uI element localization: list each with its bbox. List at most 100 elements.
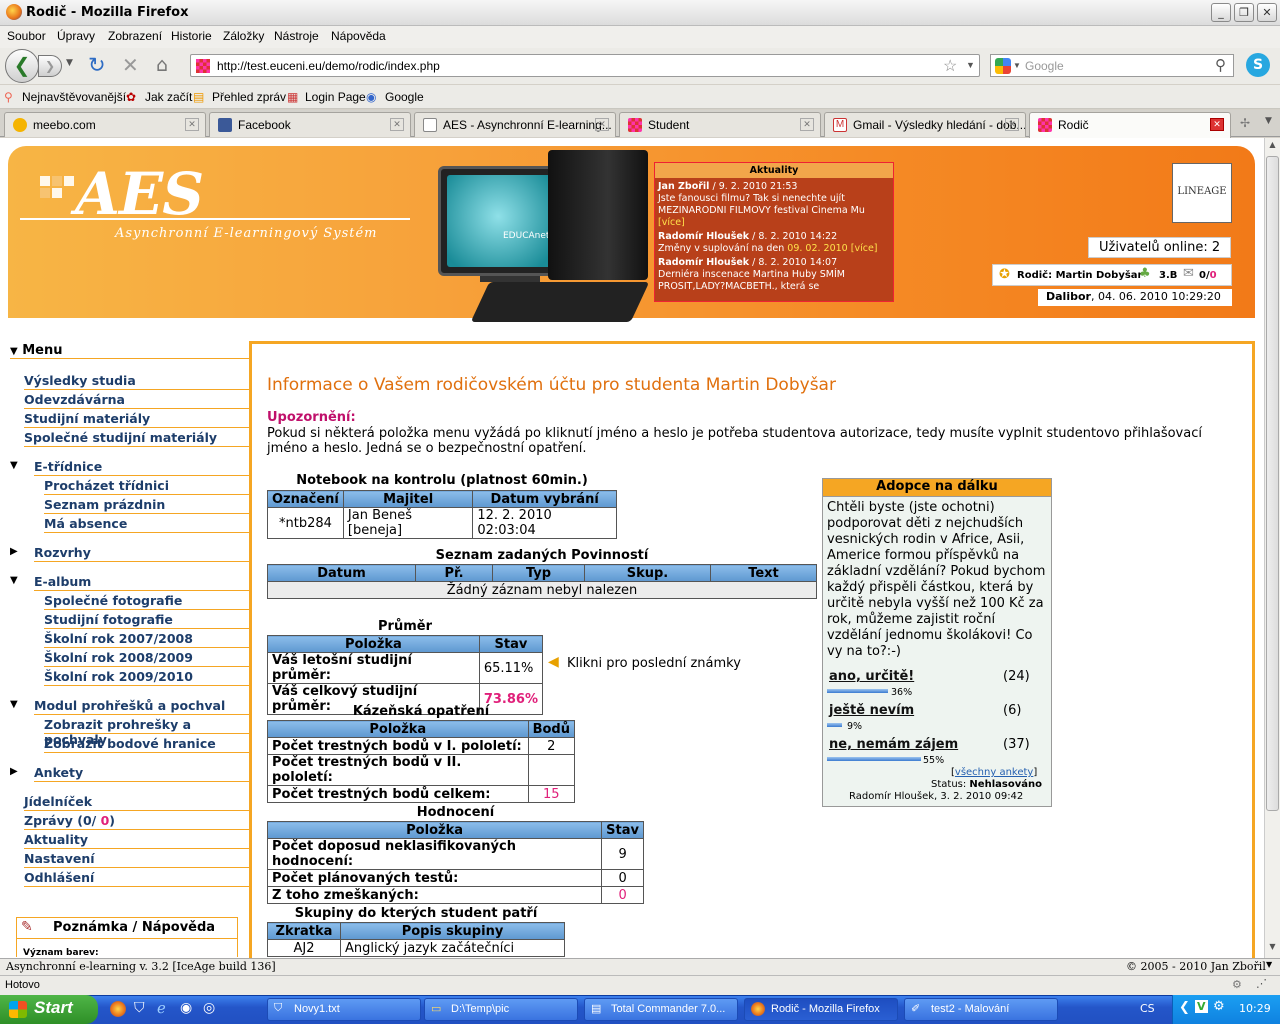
tab-facebook[interactable]: Facebook ✕ bbox=[209, 112, 411, 137]
parent-label[interactable]: Rodič: Martin Dobyšar bbox=[1017, 270, 1142, 281]
resize-grip-icon[interactable]: ⋰ bbox=[1256, 977, 1267, 990]
collapsed-icon[interactable]: ▶ bbox=[10, 546, 18, 557]
menu-ankety[interactable]: Ankety bbox=[34, 763, 250, 782]
vertical-scrollbar[interactable]: ▲ ▼ bbox=[1264, 138, 1280, 958]
menu-seznam-prazdnin[interactable]: Seznam prázdnin bbox=[44, 495, 250, 514]
app-quicklaunch-icon[interactable]: ◎ bbox=[203, 1000, 215, 1016]
menu-rok-2008[interactable]: Školní rok 2008/2009 bbox=[44, 648, 250, 667]
media-quicklaunch-icon[interactable]: ◉ bbox=[180, 1000, 192, 1016]
taskbar-item-firefox[interactable]: Rodič - Mozilla Firefox bbox=[744, 998, 898, 1021]
minimize-button[interactable]: _ bbox=[1211, 3, 1231, 22]
stop-icon[interactable]: ✕ bbox=[122, 53, 139, 77]
close-tab-icon[interactable]: ✕ bbox=[1210, 118, 1224, 131]
menu-zpravy[interactable]: Zprávy (0/ 0) bbox=[24, 811, 250, 830]
maximize-button[interactable]: ❐ bbox=[1234, 3, 1254, 22]
collapse-icon[interactable]: ▼ bbox=[10, 346, 18, 357]
menu-rok-2009[interactable]: Školní rok 2009/2010 bbox=[44, 667, 250, 686]
ie-quicklaunch-icon[interactable]: ℯ bbox=[157, 999, 166, 1017]
poll-option-maybe[interactable]: ještě nevím bbox=[829, 703, 914, 718]
network-icon[interactable]: ⚙ bbox=[1213, 999, 1225, 1014]
firefox-quicklaunch-icon[interactable] bbox=[110, 1001, 126, 1017]
taskbar-item-novy1[interactable]: ⛉ Novy1.txt bbox=[267, 998, 421, 1021]
tab-aes[interactable]: AES - Asynchronní E-learning... ✕ bbox=[414, 112, 616, 137]
scroll-down-icon[interactable]: ▼ bbox=[1266, 942, 1279, 955]
menu-vysledky-studia[interactable]: Výsledky studia bbox=[24, 371, 250, 390]
lineage-badge[interactable]: LINEAGE bbox=[1172, 163, 1232, 223]
addon-icon[interactable]: ⚙ bbox=[1232, 978, 1242, 991]
menu-studijni-materialy[interactable]: Studijní materiály bbox=[24, 409, 250, 428]
engine-dropdown-icon[interactable]: ▼ bbox=[1013, 61, 1021, 70]
menu-odhlaseni[interactable]: Odhlášení bbox=[24, 868, 250, 887]
forward-button[interactable]: ❯ bbox=[38, 55, 62, 77]
back-button[interactable]: ❮ bbox=[5, 49, 39, 83]
new-tab-icon[interactable]: ✢ bbox=[1240, 116, 1250, 130]
menu-ealbum[interactable]: E-album bbox=[34, 572, 250, 591]
language-indicator[interactable]: CS bbox=[1140, 1002, 1155, 1015]
start-button[interactable]: Start bbox=[0, 995, 98, 1024]
table-row[interactable]: Váš letošní studijní průměr: 65.11% bbox=[267, 652, 544, 684]
taskbar-item-totalcmd[interactable]: ▤ Total Commander 7.0... bbox=[584, 998, 738, 1021]
close-tab-icon[interactable]: ✕ bbox=[185, 118, 199, 131]
poll-option-yes[interactable]: ano, určitě! bbox=[829, 669, 914, 684]
search-box[interactable]: ▼ Google ⚲ bbox=[990, 54, 1234, 77]
tab-list-icon[interactable]: ▼ bbox=[1265, 116, 1272, 126]
reload-icon[interactable]: ↻ bbox=[88, 53, 106, 77]
bookmark-most-visited[interactable]: Nejnavštěvovanější bbox=[22, 90, 126, 104]
menu-zobrazit-prohresky[interactable]: Zobrazit prohrešky a pochvaly bbox=[44, 715, 250, 747]
bookmark-news[interactable]: Přehled zpráv bbox=[212, 90, 286, 104]
scroll-down-icon[interactable]: ▼ bbox=[1266, 960, 1272, 969]
close-button[interactable]: ✕ bbox=[1257, 3, 1277, 22]
menu-rok-2007[interactable]: Školní rok 2007/2008 bbox=[44, 629, 250, 648]
taskbar-item-pic[interactable]: ▭ D:\Temp\pic bbox=[424, 998, 578, 1021]
menu-nastroje[interactable]: Nástroje bbox=[274, 29, 319, 43]
close-tab-icon[interactable]: ✕ bbox=[1005, 118, 1019, 131]
poll-option-no[interactable]: ne, nemám zájem bbox=[829, 737, 958, 752]
tray-app-icon[interactable]: V bbox=[1195, 1000, 1208, 1013]
bookmark-google[interactable]: Google bbox=[385, 90, 424, 104]
menu-odevzdavarna[interactable]: Odevzdávárna bbox=[24, 390, 250, 409]
menu-prochazet-tridnici[interactable]: Procházet třídnici bbox=[44, 476, 250, 495]
scroll-thumb[interactable] bbox=[1266, 156, 1279, 811]
clock[interactable]: 10:29 bbox=[1239, 1002, 1271, 1015]
menu-historie[interactable]: Historie bbox=[171, 29, 212, 43]
menu-etridnice[interactable]: E-třídnice bbox=[34, 457, 250, 476]
menu-studijni-fotografie[interactable]: Studijní fotografie bbox=[44, 610, 250, 629]
tray-arrow-icon[interactable]: ❮ bbox=[1179, 1000, 1190, 1015]
tab-gmail[interactable]: M Gmail - Výsledky hledání - dob... ✕ bbox=[824, 112, 1026, 137]
url-bar[interactable]: http://test.euceni.eu/demo/rodic/index.p… bbox=[190, 54, 980, 77]
tab-meebo[interactable]: meebo.com ✕ bbox=[4, 112, 206, 137]
menu-aktuality[interactable]: Aktuality bbox=[24, 830, 250, 849]
search-icon[interactable]: ⚲ bbox=[1215, 56, 1226, 74]
home-icon[interactable]: ⌂ bbox=[156, 54, 168, 76]
menu-jidelnicek[interactable]: Jídelníček bbox=[24, 792, 250, 811]
bookmark-getting-started[interactable]: Jak začít bbox=[145, 90, 192, 104]
close-tab-icon[interactable]: ✕ bbox=[800, 118, 814, 131]
average-table[interactable]: Položka Stav Váš letošní studijní průměr:… bbox=[267, 635, 544, 715]
news-more-link[interactable]: [více] bbox=[658, 217, 685, 228]
tab-rodic[interactable]: Rodič ✕ bbox=[1029, 112, 1231, 138]
bookmark-login-page[interactable]: Login Page bbox=[305, 90, 366, 104]
expanded-icon[interactable]: ▼ bbox=[10, 575, 18, 586]
url-dropdown-icon[interactable]: ▼ bbox=[966, 60, 975, 70]
class-label[interactable]: 3.B bbox=[1159, 270, 1177, 281]
menu-spolecne-fotografie[interactable]: Společné fotografie bbox=[44, 591, 250, 610]
all-polls-link[interactable]: [všechny ankety] bbox=[951, 767, 1037, 778]
scroll-up-icon[interactable]: ▲ bbox=[1266, 140, 1279, 153]
menu-napoveda[interactable]: Nápověda bbox=[331, 29, 386, 43]
menu-modul-prohresku[interactable]: Modul prohřešků a pochval bbox=[34, 696, 250, 715]
menu-upravy[interactable]: Úpravy bbox=[57, 29, 95, 43]
menu-spolecne-materialy[interactable]: Společné studijní materiály bbox=[24, 428, 250, 447]
taskbar-item-paint[interactable]: ✐ test2 - Malování bbox=[904, 998, 1058, 1021]
expanded-icon[interactable]: ▼ bbox=[10, 699, 18, 710]
close-tab-icon[interactable]: ✕ bbox=[390, 118, 404, 131]
menu-bodove-hranice[interactable]: Zobrazit bodové hranice bbox=[44, 734, 250, 753]
menu-zobrazeni[interactable]: Zobrazení bbox=[108, 29, 162, 43]
messages-count[interactable]: 0/0 bbox=[1199, 270, 1217, 281]
tab-student[interactable]: Student ✕ bbox=[619, 112, 821, 137]
collapsed-icon[interactable]: ▶ bbox=[10, 766, 18, 777]
menu-nastaveni[interactable]: Nastavení bbox=[24, 849, 250, 868]
expanded-icon[interactable]: ▼ bbox=[10, 460, 18, 471]
star-icon[interactable]: ☆ bbox=[943, 56, 957, 76]
history-dropdown-icon[interactable]: ▼ bbox=[66, 58, 73, 68]
menu-ma-absence[interactable]: Má absence bbox=[44, 514, 250, 533]
